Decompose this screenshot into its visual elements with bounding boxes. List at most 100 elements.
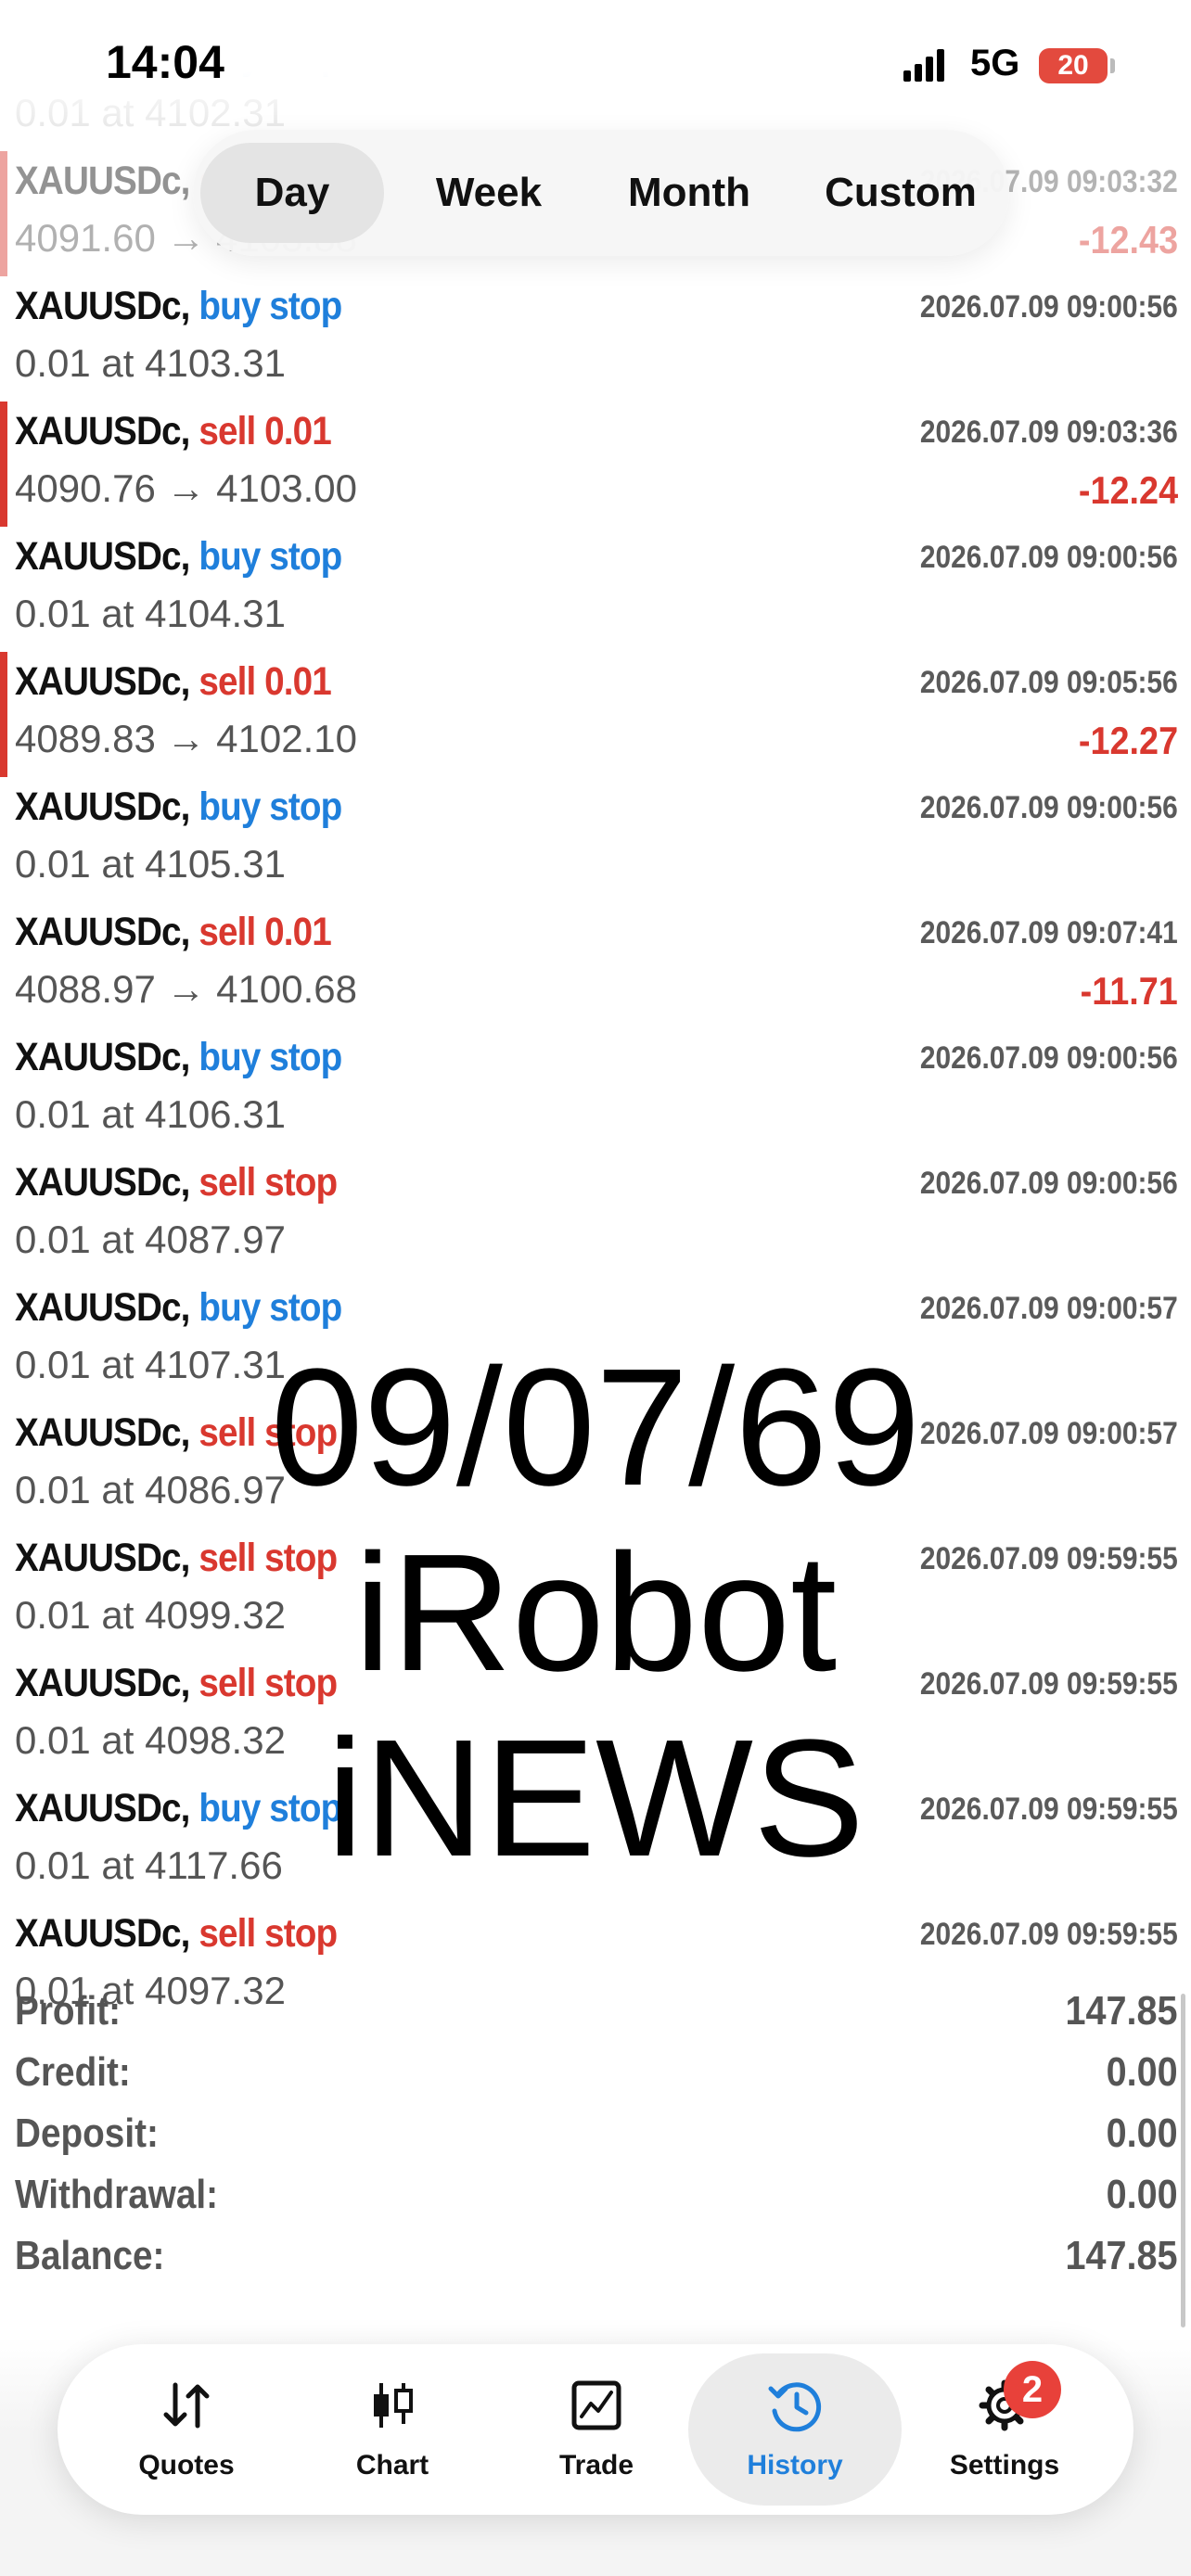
order-symbol: XAUUSDc, [15, 284, 190, 328]
order-row[interactable]: XAUUSDc, buy stop 2026.07.09 09:00:56 0.01… [0, 777, 1191, 902]
order-title: XAUUSDc, buy stop [15, 1285, 342, 1331]
battery-cap [1110, 58, 1115, 73]
summary-value: 147.85 [1065, 1988, 1178, 2034]
order-row[interactable]: XAUUSDc, sell stop 2026.07.09 09:00:56 0.0… [0, 1153, 1191, 1278]
closed-position-marker [0, 652, 7, 777]
order-type: buy stop [198, 1285, 342, 1330]
network-type: 5G [970, 43, 1020, 83]
order-type: buy stop [198, 534, 342, 579]
scroll-indicator[interactable] [1181, 1994, 1185, 2327]
tab-quotes-label: Quotes [138, 2450, 235, 2480]
order-type: buy stop [198, 284, 342, 328]
order-time: 2026.07.09 09:00:56 [920, 540, 1178, 575]
closed-position-marker [0, 777, 7, 902]
period-month[interactable]: Month [597, 143, 781, 243]
summary-label: Deposit: [15, 2111, 159, 2156]
tab-trade-label: Trade [558, 2450, 634, 2480]
period-day[interactable]: Day [200, 143, 384, 243]
summary-value: 147.85 [1065, 2233, 1178, 2278]
status-bar: 14:04 5G 20 [0, 0, 1191, 130]
order-type: buy stop [198, 1035, 342, 1079]
order-time: 2026.07.09 09:00:56 [920, 1040, 1178, 1076]
order-title: XAUUSDc, buy stop [15, 534, 342, 580]
order-time: 2026.07.09 09:00:56 [920, 790, 1178, 825]
order-detail: 4089.83 → 4102.10 [15, 717, 357, 760]
closed-position-marker [0, 151, 7, 276]
quotes-arrows-icon [163, 2382, 210, 2429]
order-profit-loss: -12.43 [1078, 218, 1178, 261]
summary-row: Credit: 0.00 [0, 2044, 1191, 2105]
summary-row: Deposit: 0.00 [0, 2105, 1191, 2166]
order-time: 2026.07.09 09:00:57 [920, 1291, 1178, 1326]
tab-chart[interactable]: Chart [286, 2353, 499, 2506]
cellular-signal-icon [903, 48, 946, 82]
order-time: 2026.07.09 09:00:56 [920, 289, 1178, 325]
period-custom[interactable]: Custom [800, 143, 1002, 243]
order-type: sell 0.01 [198, 409, 331, 453]
summary-row: Profit: 147.85 [0, 1983, 1191, 2044]
order-detail: 0.01 at 4106.31 [15, 1092, 286, 1136]
bottom-tab-bar: Quotes Chart Trade History Settings 2 [58, 2344, 1133, 2515]
order-title: XAUUSDc, buy stop [15, 1035, 342, 1080]
summary-value: 0.00 [1106, 2111, 1178, 2156]
order-title: XAUUSDc, buy stop [15, 784, 342, 830]
order-row[interactable]: XAUUSDc, sell 0.01 2026.07.09 09:07:41 408… [0, 902, 1191, 1027]
summary-label: Withdrawal: [15, 2172, 219, 2217]
status-time: 14:04 [106, 36, 224, 88]
closed-position-marker [0, 276, 7, 402]
order-row[interactable]: XAUUSDc, sell 0.01 2026.07.09 09:03:36 409… [0, 402, 1191, 527]
summary-row: Balance: 147.85 [0, 2227, 1191, 2289]
closed-position-marker [0, 902, 7, 1027]
order-title: XAUUSDc, sell 0.01 [15, 910, 332, 955]
tab-history[interactable]: History [688, 2353, 902, 2506]
order-profit-loss: -12.27 [1078, 719, 1178, 762]
order-time: 2026.07.09 09:07:41 [920, 915, 1178, 950]
order-type: sell 0.01 [198, 659, 331, 704]
order-symbol: XAUUSDc, [15, 910, 190, 954]
order-detail: 4088.97 → 4100.68 [15, 967, 357, 1011]
period-week[interactable]: Week [397, 143, 581, 243]
summary-row: Withdrawal: 0.00 [0, 2166, 1191, 2227]
watermark-brand: iRobot [353, 1520, 838, 1706]
trade-chart-icon [571, 2380, 621, 2430]
order-title: XAUUSDc, sell stop [15, 1160, 338, 1205]
order-symbol: XAUUSDc, [15, 659, 190, 704]
summary-label: Credit: [15, 2049, 131, 2095]
order-detail: 0.01 at 4103.31 [15, 341, 286, 385]
settings-notification-badge: 2 [1004, 2361, 1061, 2418]
order-type: sell stop [198, 1160, 338, 1205]
watermark: 09/07/69 iRobot iNEWS [0, 1335, 1191, 1892]
watermark-news: iNEWS [327, 1705, 864, 1892]
closed-position-marker [0, 527, 7, 652]
order-symbol: XAUUSDc, [15, 409, 190, 453]
order-detail: 0.01 at 4087.97 [15, 1218, 286, 1261]
tab-settings[interactable]: Settings 2 [898, 2353, 1111, 2506]
order-time: 2026.07.09 09:05:56 [920, 665, 1178, 700]
tab-settings-label: Settings [949, 2450, 1060, 2480]
order-time: 2026.07.09 09:03:36 [920, 414, 1178, 450]
order-symbol: XAUUSDc, [15, 1160, 190, 1205]
order-time: 2026.07.09 09:59:55 [920, 1917, 1178, 1952]
order-detail: 0.01 at 4104.31 [15, 592, 286, 635]
order-title: XAUUSDc, buy stop [15, 284, 342, 329]
order-type: sell 0.01 [198, 910, 331, 954]
order-row[interactable]: XAUUSDc, sell 0.01 2026.07.09 09:05:56 408… [0, 652, 1191, 777]
battery-icon: 20 [1039, 48, 1108, 83]
order-detail: 4090.76 → 4103.00 [15, 466, 357, 510]
order-symbol: XAUUSDc, [15, 784, 190, 829]
order-row[interactable]: XAUUSDc, buy stop 2026.07.09 09:00:56 0.01… [0, 276, 1191, 402]
closed-position-marker [0, 402, 7, 527]
order-time: 2026.07.09 09:00:56 [920, 1166, 1178, 1201]
order-title: XAUUSDc, sell stop [15, 1911, 338, 1957]
tab-quotes[interactable]: Quotes [80, 2353, 293, 2506]
summary-label: Balance: [15, 2233, 165, 2278]
order-symbol: XAUUSDc, [15, 1285, 190, 1330]
order-symbol: XAUUSDc, [15, 1035, 190, 1079]
order-row[interactable]: XAUUSDc, buy stop 2026.07.09 09:00:56 0.01… [0, 1027, 1191, 1153]
order-type: sell stop [198, 1911, 338, 1956]
tab-trade[interactable]: Trade [490, 2353, 703, 2506]
closed-position-marker [0, 1027, 7, 1153]
order-row[interactable]: XAUUSDc, buy stop 2026.07.09 09:00:56 0.01… [0, 527, 1191, 652]
order-symbol: XAUUSDc, [15, 1911, 190, 1956]
order-title: XAUUSDc, sell 0.01 [15, 409, 332, 454]
